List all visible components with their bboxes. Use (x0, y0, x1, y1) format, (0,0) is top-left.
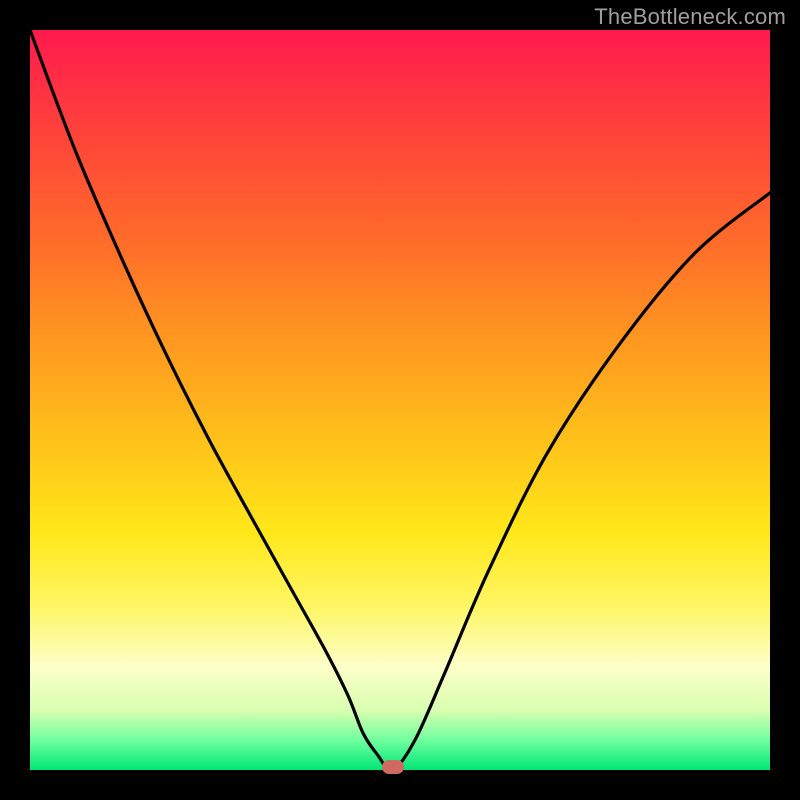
minimum-marker (382, 760, 404, 774)
chart-frame: TheBottleneck.com (0, 0, 800, 800)
watermark-text: TheBottleneck.com (594, 4, 786, 30)
plot-area (30, 30, 770, 770)
bottleneck-curve (30, 30, 770, 770)
